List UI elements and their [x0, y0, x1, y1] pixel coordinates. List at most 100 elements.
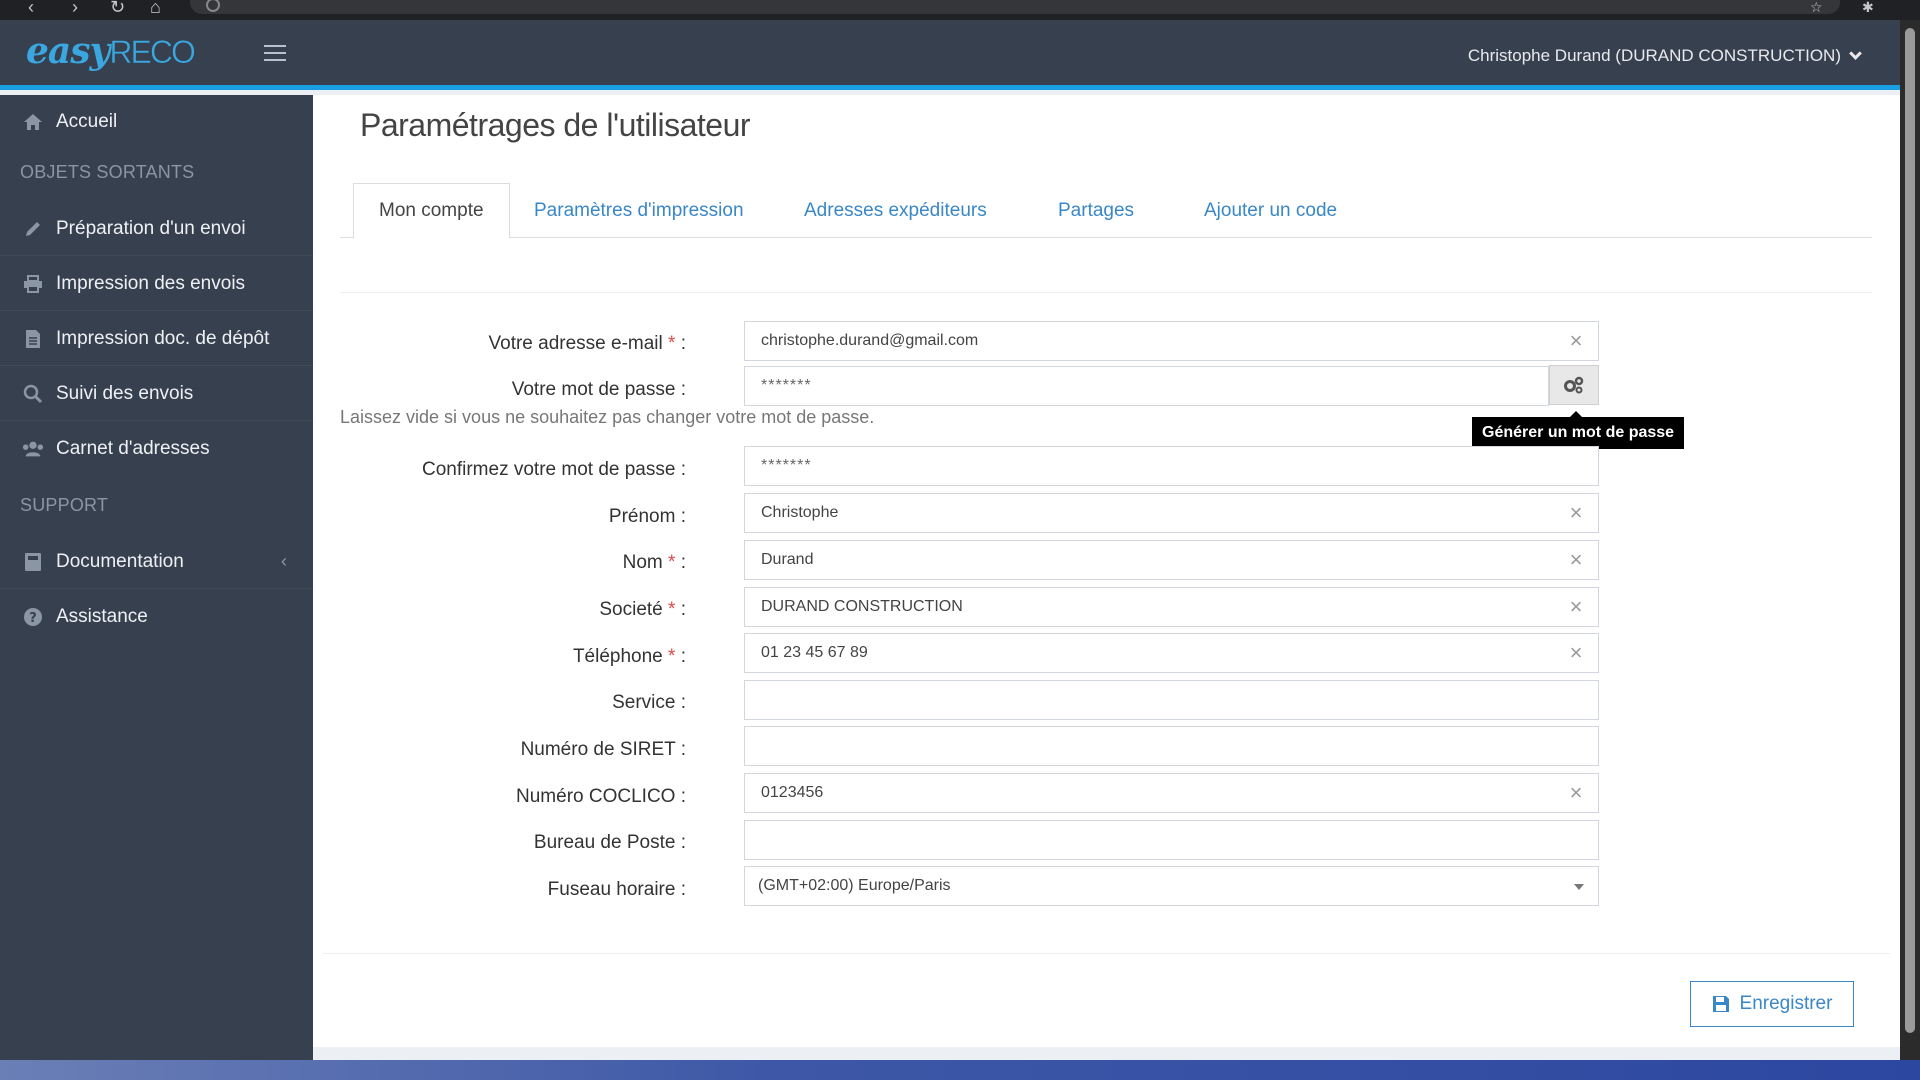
home-icon [22, 112, 44, 132]
timezone-select[interactable]: (GMT+02:00) Europe/Paris [744, 866, 1599, 906]
address-bar[interactable] [190, 0, 1840, 14]
email-field[interactable]: christophe.durand@gmail.com × [744, 321, 1599, 361]
timezone-label: Fuseau horaire : [547, 879, 686, 900]
service-field[interactable] [744, 680, 1599, 720]
desktop-background-strip [0, 1060, 1920, 1080]
help-icon: ? [22, 607, 44, 627]
siret-field[interactable] [744, 726, 1599, 766]
clear-icon[interactable]: × [1566, 502, 1586, 524]
email-label: Votre adresse e-mail * : [488, 333, 687, 354]
main-content: Paramétrages de l'utilisateur Mon compte… [313, 95, 1900, 1047]
home-icon[interactable]: ⌂ [150, 0, 161, 16]
confirm-password-value: ******* [761, 457, 812, 474]
svg-text:?: ? [29, 611, 37, 626]
forward-icon[interactable]: › [72, 0, 78, 16]
reload-icon[interactable]: ↻ [110, 0, 125, 16]
clear-icon[interactable]: × [1566, 596, 1586, 618]
sidebar-item-home[interactable]: Accueil [0, 95, 313, 149]
firstname-value: Christophe [761, 504, 839, 521]
save-button[interactable]: Enregistrer [1690, 981, 1854, 1027]
bookmark-icon[interactable]: ☆ [1810, 0, 1823, 16]
logo-easy: easy [26, 30, 110, 72]
phone-value: 01 23 45 67 89 [761, 644, 868, 661]
chevron-down-icon [1849, 46, 1862, 60]
company-field[interactable]: DURAND CONSTRUCTION × [744, 587, 1599, 627]
menu-toggle-icon[interactable] [264, 45, 286, 61]
scrollbar-thumb[interactable] [1905, 28, 1915, 1033]
header-accent-bar [0, 85, 1900, 90]
company-label: Societé * : [599, 599, 686, 620]
sidebar-item-preparation[interactable]: Préparation d'un envoi [0, 202, 313, 256]
lastname-value: Durand [761, 551, 814, 568]
phone-label: Téléphone * : [572, 646, 686, 667]
app-header: easy RECO Christophe Durand (DURAND CONST… [0, 20, 1900, 90]
sidebar-item-tracking[interactable]: Suivi des envois [0, 367, 313, 421]
clear-icon[interactable]: × [1566, 642, 1586, 664]
tab-add-code[interactable]: Ajouter un code [1204, 183, 1337, 239]
coclico-field[interactable]: 0123456 × [744, 773, 1599, 813]
sidebar-item-deposit-doc[interactable]: Impression doc. de dépôt [0, 312, 313, 366]
floppy-disk-icon [1712, 996, 1729, 1012]
password-label: Votre mot de passe : [511, 379, 686, 400]
sidebar-item-label: Suivi des envois [56, 382, 194, 404]
siret-label: Numéro de SIRET : [520, 739, 686, 760]
company-value: DURAND CONSTRUCTION [761, 598, 963, 615]
email-value: christophe.durand@gmail.com [761, 332, 979, 349]
sidebar-item-address-book[interactable]: Carnet d'adresses [0, 422, 313, 476]
lastname-field[interactable]: Durand × [744, 540, 1599, 580]
sidebar: Accueil OBJETS SORTANTS Préparation d'un… [0, 95, 313, 1060]
page-title: Paramétrages de l'utilisateur [360, 107, 751, 143]
tab-mon-compte[interactable]: Mon compte [353, 183, 510, 239]
document-icon [22, 329, 44, 349]
clear-icon[interactable]: × [1566, 330, 1586, 352]
generate-password-tooltip: Générer un mot de passe [1472, 411, 1685, 449]
firstname-field[interactable]: Christophe × [744, 493, 1599, 533]
sidebar-item-label: Préparation d'un envoi [56, 217, 246, 239]
book-icon [22, 552, 44, 572]
extensions-icon[interactable]: ✱ [1862, 0, 1874, 16]
confirm-password-field[interactable]: ******* [744, 446, 1599, 486]
password-field[interactable]: ******* [744, 366, 1549, 406]
sidebar-item-print[interactable]: Impression des envois [0, 257, 313, 311]
users-icon [22, 439, 44, 459]
pencil-icon [22, 219, 44, 239]
post-office-field[interactable] [744, 820, 1599, 860]
dropdown-caret-icon [1574, 884, 1584, 890]
sidebar-item-label: Assistance [56, 606, 148, 627]
sidebar-item-label: Carnet d'adresses [56, 438, 210, 459]
logo-reco: RECO [109, 34, 196, 71]
chevron-left-icon: ‹ [281, 551, 287, 571]
gears-icon [1564, 376, 1584, 394]
sidebar-item-label: Impression doc. de dépôt [56, 327, 270, 349]
clear-icon[interactable]: × [1566, 782, 1586, 804]
clear-icon[interactable]: × [1566, 549, 1586, 571]
generate-password-button[interactable] [1549, 365, 1599, 405]
search-icon [22, 384, 44, 404]
password-help-text: Laissez vide si vous ne souhaitez pas ch… [340, 407, 875, 427]
sidebar-item-label: Accueil [56, 111, 118, 132]
confirm-password-label: Confirmez votre mot de passe : [422, 459, 686, 480]
printer-icon [22, 274, 44, 294]
service-label: Service : [612, 692, 686, 713]
tab-print-settings[interactable]: Paramètres d'impression [534, 183, 744, 239]
timezone-value: (GMT+02:00) Europe/Paris [758, 877, 951, 894]
post-office-label: Bureau de Poste : [533, 832, 686, 853]
sidebar-item-label: Documentation [56, 550, 184, 572]
tab-sender-addresses[interactable]: Adresses expéditeurs [804, 183, 987, 239]
footer-divider [323, 953, 1890, 954]
sidebar-item-documentation[interactable]: Documentation ‹ [0, 535, 313, 589]
sidebar-item-assistance[interactable]: ? Assistance [0, 590, 313, 644]
tab-shares[interactable]: Partages [1058, 183, 1134, 239]
page-scrollbar[interactable] [1900, 20, 1920, 1060]
tab-bar: Mon compte Paramètres d'impression Adres… [340, 183, 1872, 239]
back-icon[interactable]: ‹ [28, 0, 34, 16]
browser-toolbar: ‹ › ↻ ⌂ ☆ ✱ [0, 0, 1920, 20]
firstname-label: Prénom : [608, 506, 686, 527]
sidebar-item-label: Impression des envois [56, 272, 246, 294]
coclico-value: 0123456 [761, 784, 824, 801]
password-value: ******* [761, 377, 812, 394]
divider [340, 292, 1872, 293]
phone-field[interactable]: 01 23 45 67 89 × [744, 633, 1599, 673]
user-menu[interactable]: Christophe Durand (DURAND CONSTRUCTION) [1468, 46, 1862, 66]
easyreco-logo[interactable]: easy RECO [26, 30, 196, 74]
